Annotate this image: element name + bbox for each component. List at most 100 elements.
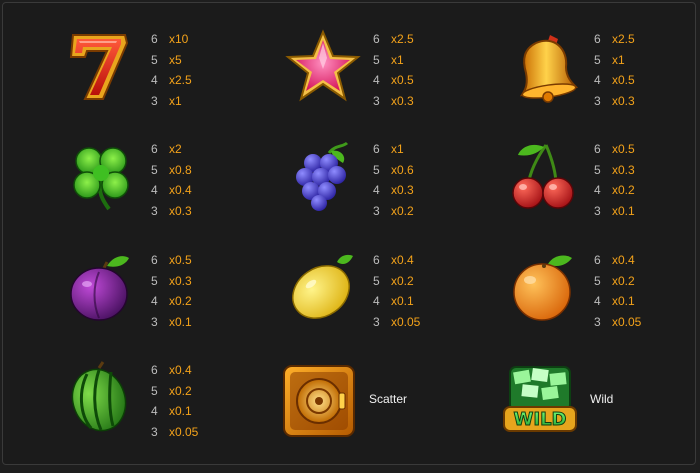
orange-payouts: 6 x0.4 5 x0.2 4 x0.1 3 x0.05 xyxy=(594,250,694,332)
payout-row: 4 x0.5 xyxy=(373,70,473,91)
payout-row: 5 x0.3 xyxy=(594,160,694,181)
grapes-icon xyxy=(285,139,361,215)
payout-multiplier: x0.3 xyxy=(169,273,192,288)
watermelon-payouts: 6 x0.4 5 x0.2 4 x0.1 3 x0.05 xyxy=(151,360,251,442)
symbol-count: 6 xyxy=(373,32,380,46)
payout-row: 5 x0.3 xyxy=(151,271,251,292)
payout-multiplier: x0.3 xyxy=(612,93,635,108)
paytable-cell-scatter: Scatter xyxy=(281,363,511,473)
payout-multiplier: x2 xyxy=(169,142,182,156)
bell-payouts: 6 x2.5 5 x1 4 x0.5 3 x0.3 xyxy=(594,29,694,111)
paytable-cell-seven: 6 x10 5 x5 4 x2.5 3 x1 xyxy=(63,29,293,139)
payout-row: 3 x0.2 xyxy=(373,201,473,222)
payout-row: 5 x0.8 xyxy=(151,160,251,181)
payout-multiplier: x1 xyxy=(612,52,625,67)
symbol-count: 4 xyxy=(151,294,158,309)
symbol-count: 3 xyxy=(151,203,158,218)
payout-multiplier: x0.2 xyxy=(391,273,414,288)
payout-row: 4 x0.1 xyxy=(594,291,694,312)
payout-multiplier: x0.1 xyxy=(169,314,192,329)
cherries-icon xyxy=(506,139,582,215)
scatter-label: Scatter xyxy=(369,392,408,406)
payout-row: 6 x2.5 xyxy=(373,29,473,50)
payout-multiplier: x0.8 xyxy=(169,162,192,177)
symbol-count: 6 xyxy=(151,363,158,377)
payout-row: 4 x0.5 xyxy=(594,70,694,91)
payout-multiplier: x0.2 xyxy=(391,203,414,218)
clover-icon xyxy=(63,139,139,215)
symbol-count: 6 xyxy=(151,142,158,156)
payout-multiplier: x0.05 xyxy=(612,314,642,329)
payout-multiplier: x0.5 xyxy=(391,73,414,88)
plum-payouts: 6 x0.5 5 x0.3 4 x0.2 3 x0.1 xyxy=(151,250,251,332)
paytable-cell-lemon: 6 x0.4 5 x0.2 4 x0.1 3 x0.05 xyxy=(285,250,515,360)
seven-icon xyxy=(63,29,139,105)
payout-row: 5 x1 xyxy=(594,50,694,71)
star-payouts: 6 x2.5 5 x1 4 x0.5 3 x0.3 xyxy=(373,29,473,111)
symbol-count: 5 xyxy=(594,273,601,288)
payout-row: 4 x0.1 xyxy=(151,401,251,422)
payout-row: 6 x0.4 xyxy=(594,250,694,271)
payout-multiplier: x1 xyxy=(391,142,404,156)
clover-payouts: 6 x2 5 x0.8 4 x0.4 3 x0.3 xyxy=(151,139,251,221)
symbol-count: 4 xyxy=(151,404,158,419)
payout-multiplier: x0.1 xyxy=(391,294,414,309)
payout-row: 5 x1 xyxy=(373,50,473,71)
symbol-count: 3 xyxy=(151,314,158,329)
payout-multiplier: x0.4 xyxy=(169,183,192,198)
payout-row: 6 x10 xyxy=(151,29,251,50)
payout-row: 4 x0.2 xyxy=(594,180,694,201)
paytable-cell-cherries: 6 x0.5 5 x0.3 4 x0.2 3 x0.1 xyxy=(506,139,700,249)
paytable-cell-star: 6 x2.5 5 x1 4 x0.5 3 x0.3 xyxy=(285,29,515,139)
payout-row: 3 x0.1 xyxy=(594,201,694,222)
symbol-count: 6 xyxy=(151,253,158,267)
symbol-count: 3 xyxy=(594,93,601,108)
payout-row: 3 x0.05 xyxy=(151,422,251,443)
payout-row: 6 x2.5 xyxy=(594,29,694,50)
payout-multiplier: x0.4 xyxy=(391,253,414,267)
payout-row: 3 x0.3 xyxy=(373,91,473,112)
payout-multiplier: x2.5 xyxy=(612,32,635,46)
payout-multiplier: x0.4 xyxy=(169,363,192,377)
payout-row: 6 x2 xyxy=(151,139,251,160)
payout-multiplier: x0.1 xyxy=(612,294,635,309)
paytable-cell-bell: 6 x2.5 5 x1 4 x0.5 3 x0.3 xyxy=(506,29,700,139)
payout-row: 6 x0.4 xyxy=(373,250,473,271)
symbol-count: 3 xyxy=(373,203,380,218)
symbol-count: 3 xyxy=(151,424,158,439)
payout-row: 3 x0.3 xyxy=(594,91,694,112)
symbol-count: 4 xyxy=(594,73,601,88)
paytable-cell-clover: 6 x2 5 x0.8 4 x0.4 3 x0.3 xyxy=(63,139,293,249)
symbol-count: 4 xyxy=(373,73,380,88)
payout-row: 4 x0.4 xyxy=(151,180,251,201)
plum-icon xyxy=(63,250,139,326)
bell-icon xyxy=(506,29,582,105)
payout-multiplier: x0.5 xyxy=(612,73,635,88)
symbol-count: 4 xyxy=(373,294,380,309)
payout-multiplier: x0.2 xyxy=(612,183,635,198)
payout-row: 5 x0.2 xyxy=(373,271,473,292)
lemon-payouts: 6 x0.4 5 x0.2 4 x0.1 3 x0.05 xyxy=(373,250,473,332)
payout-multiplier: x0.05 xyxy=(169,424,199,439)
payout-multiplier: x0.3 xyxy=(391,93,414,108)
symbol-count: 4 xyxy=(594,294,601,309)
paytable-cell-plum: 6 x0.5 5 x0.3 4 x0.2 3 x0.1 xyxy=(63,250,293,360)
payout-row: 3 x0.1 xyxy=(151,312,251,333)
payout-multiplier: x0.3 xyxy=(391,183,414,198)
symbol-count: 5 xyxy=(373,162,380,177)
symbol-count: 5 xyxy=(151,162,158,177)
symbol-count: 4 xyxy=(151,73,158,88)
paytable-cell-grapes: 6 x1 5 x0.6 4 x0.3 3 x0.2 xyxy=(285,139,515,249)
symbol-count: 6 xyxy=(151,32,158,46)
symbol-count: 5 xyxy=(594,52,601,67)
payout-multiplier: x0.1 xyxy=(612,203,635,218)
symbol-count: 5 xyxy=(151,383,158,398)
symbol-count: 5 xyxy=(594,162,601,177)
payout-multiplier: x0.3 xyxy=(169,203,192,218)
payout-multiplier: x0.2 xyxy=(169,383,192,398)
symbol-count: 3 xyxy=(151,93,158,108)
wild-label: Wild xyxy=(590,392,614,406)
watermelon-icon xyxy=(63,360,139,436)
payout-multiplier: x0.5 xyxy=(612,142,635,156)
lemon-icon xyxy=(285,250,361,326)
